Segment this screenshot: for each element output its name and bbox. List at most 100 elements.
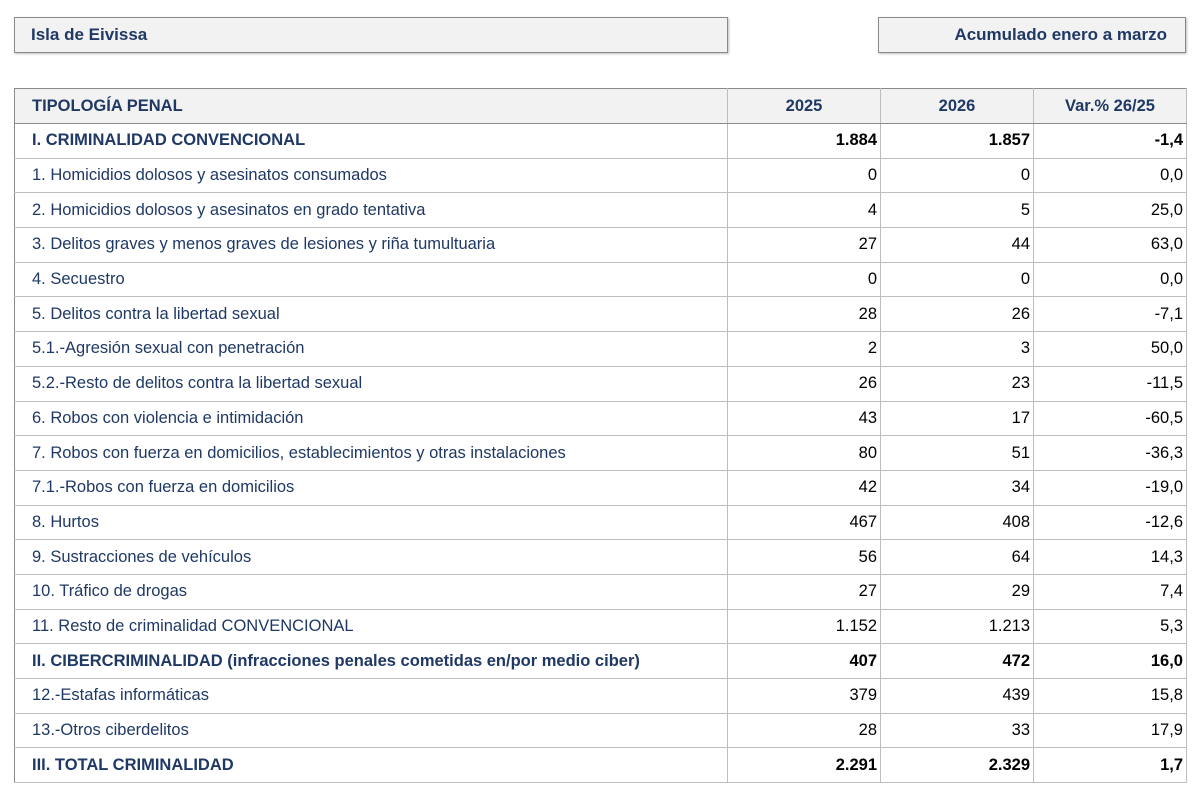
value-2025: 27	[727, 574, 881, 610]
table-row: 7.1.-Robos con fuerza en domicilios 42 34-…	[14, 470, 1187, 506]
value-2026: 17	[880, 401, 1034, 437]
value-2026: 0	[880, 158, 1034, 194]
row-label: 5.1.-Agresión sexual con penetración	[14, 331, 728, 367]
variation-percent: 16,0	[1033, 643, 1187, 679]
variation-percent: 1,7	[1033, 747, 1187, 784]
table-row: 5.2.-Resto de delitos contra la libertad…	[14, 366, 1187, 402]
period-title: Acumulado enero a marzo	[954, 25, 1167, 44]
column-header-2026: 2026	[880, 88, 1034, 124]
variation-percent: 5,3	[1033, 609, 1187, 645]
row-label: 12.-Estafas informáticas	[14, 678, 728, 714]
column-header-variation: Var.% 26/25	[1033, 88, 1187, 124]
value-2025: 42	[727, 470, 881, 506]
value-2025: 1.152	[727, 609, 881, 645]
table-row: 13.-Otros ciberdelitos 28 33 17,9	[14, 713, 1187, 749]
row-label: 10. Tráfico de drogas	[14, 574, 728, 610]
variation-percent: 25,0	[1033, 192, 1187, 229]
value-2026: 3	[880, 331, 1034, 367]
table-row: 10. Tráfico de drogas 27 29 7,4	[14, 574, 1187, 610]
row-label: 9. Sustracciones de vehículos	[14, 539, 728, 575]
row-label: 2. Homicidios dolosos y asesinatos en gr…	[14, 192, 728, 229]
variation-percent: 7,4	[1033, 574, 1187, 610]
value-2026: 472	[880, 643, 1034, 679]
table-row: 6. Robos con violencia e intimidación 43 1…	[14, 401, 1187, 437]
value-2025: 0	[727, 158, 881, 194]
region-title-box: Isla de Eivissa	[14, 17, 728, 53]
variation-percent: 0,0	[1033, 262, 1187, 298]
variation-percent: -11,5	[1033, 366, 1187, 402]
table-row: 11. Resto de criminalidad CONVENCIONAL 1.…	[14, 609, 1187, 645]
value-2025: 379	[727, 678, 881, 714]
row-label: 5.2.-Resto de delitos contra la libertad…	[14, 366, 728, 402]
row-label: II. CIBERCRIMINALIDAD (infracciones pena…	[14, 643, 728, 679]
table-row: 1. Homicidios dolosos y asesinatos consu…	[14, 158, 1187, 194]
value-2025: 467	[727, 505, 881, 541]
table-section-row: I. CRIMINALIDAD CONVENCIONAL 1.884 1.857 -1…	[14, 123, 1187, 159]
value-2025: 1.884	[727, 123, 881, 159]
row-label: III. TOTAL CRIMINALIDAD	[14, 747, 728, 784]
value-2025: 407	[727, 643, 881, 679]
variation-percent: 50,0	[1033, 331, 1187, 367]
value-2026: 23	[880, 366, 1034, 402]
variation-percent: -7,1	[1033, 296, 1187, 333]
value-2026: 1.857	[880, 123, 1034, 159]
table-header-row: TIPOLOGÍA PENAL 2025 2026 Var.% 26/25	[14, 88, 1187, 124]
variation-percent: -19,0	[1033, 470, 1187, 506]
value-2026: 2.329	[880, 747, 1034, 784]
crime-statistics-table: TIPOLOGÍA PENAL 2025 2026 Var.% 26/25 I.…	[14, 88, 1187, 784]
variation-percent: 14,3	[1033, 539, 1187, 575]
value-2026: 51	[880, 435, 1034, 471]
value-2025: 28	[727, 713, 881, 749]
table-row: 7. Robos con fuerza en domicilios, estab…	[14, 435, 1187, 471]
row-label: I. CRIMINALIDAD CONVENCIONAL	[14, 123, 728, 159]
value-2025: 27	[727, 227, 881, 263]
value-2026: 0	[880, 262, 1034, 298]
row-label: 7.1.-Robos con fuerza en domicilios	[14, 470, 728, 506]
value-2025: 26	[727, 366, 881, 402]
table-row: 9. Sustracciones de vehículos 56 64 14,3	[14, 539, 1187, 575]
value-2026: 1.213	[880, 609, 1034, 645]
table-row: 4. Secuestro 0 0 0,0	[14, 262, 1187, 298]
value-2026: 29	[880, 574, 1034, 610]
value-2026: 33	[880, 713, 1034, 749]
variation-percent: -12,6	[1033, 505, 1187, 541]
row-label: 5. Delitos contra la libertad sexual	[14, 296, 728, 333]
row-label: 4. Secuestro	[14, 262, 728, 298]
table-row: 2. Homicidios dolosos y asesinatos en gr…	[14, 192, 1187, 229]
value-2026: 439	[880, 678, 1034, 714]
value-2025: 80	[727, 435, 881, 471]
value-2026: 5	[880, 192, 1034, 229]
value-2026: 64	[880, 539, 1034, 575]
region-title: Isla de Eivissa	[31, 25, 148, 44]
value-2026: 34	[880, 470, 1034, 506]
row-label: 1. Homicidios dolosos y asesinatos consu…	[14, 158, 728, 194]
row-label: 8. Hurtos	[14, 505, 728, 541]
table-row: 3. Delitos graves y menos graves de lesi…	[14, 227, 1187, 263]
table-body: I. CRIMINALIDAD CONVENCIONAL 1.884 1.857 -1…	[14, 123, 1187, 784]
variation-percent: 15,8	[1033, 678, 1187, 714]
table-row: 12.-Estafas informáticas 379 439 15,8	[14, 678, 1187, 714]
variation-percent: -60,5	[1033, 401, 1187, 437]
value-2026: 44	[880, 227, 1034, 263]
table-row: 8. Hurtos 467 408 -12,6	[14, 505, 1187, 541]
value-2025: 43	[727, 401, 881, 437]
value-2025: 28	[727, 296, 881, 333]
value-2026: 26	[880, 296, 1034, 333]
row-label: 3. Delitos graves y menos graves de lesi…	[14, 227, 728, 263]
period-title-box: Acumulado enero a marzo	[878, 17, 1186, 53]
table-row: 5.1.-Agresión sexual con penetración 2 3 50…	[14, 331, 1187, 367]
column-header-2025: 2025	[727, 88, 881, 124]
column-header-tipologia: TIPOLOGÍA PENAL	[14, 88, 728, 124]
value-2025: 0	[727, 262, 881, 298]
variation-percent: 0,0	[1033, 158, 1187, 194]
row-label: 13.-Otros ciberdelitos	[14, 713, 728, 749]
value-2025: 2	[727, 331, 881, 367]
row-label: 7. Robos con fuerza en domicilios, estab…	[14, 435, 728, 471]
variation-percent: 63,0	[1033, 227, 1187, 263]
value-2025: 56	[727, 539, 881, 575]
row-label: 6. Robos con violencia e intimidación	[14, 401, 728, 437]
row-label: 11. Resto de criminalidad CONVENCIONAL	[14, 609, 728, 645]
variation-percent: 17,9	[1033, 713, 1187, 749]
variation-percent: -36,3	[1033, 435, 1187, 471]
value-2025: 2.291	[727, 747, 881, 784]
